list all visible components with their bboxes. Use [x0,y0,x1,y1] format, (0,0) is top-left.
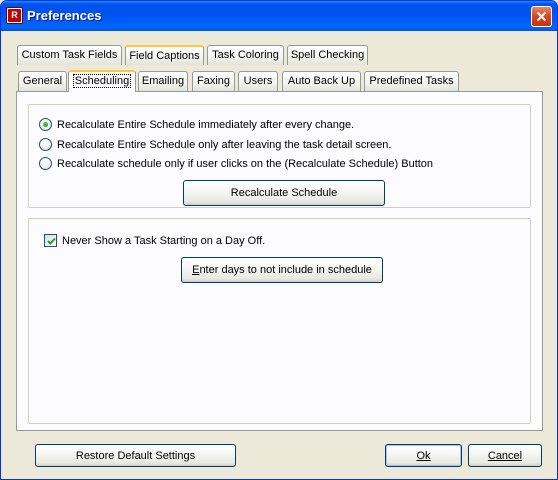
radio-label: Recalculate Entire Schedule immediately … [57,118,355,131]
never-show-day-off-option[interactable]: Never Show a Task Starting on a Day Off. [44,233,265,248]
close-button[interactable] [531,6,552,27]
preferences-window: R Preferences Custom Task Fields Field C… [0,0,558,480]
radio-button[interactable] [39,138,52,151]
tab-auto-back-up[interactable]: Auto Back Up [282,71,361,91]
checkbox-label: Never Show a Task Starting on a Day Off. [62,234,266,247]
tab-scheduling[interactable]: Scheduling [68,70,136,92]
radio-button[interactable] [39,157,52,170]
radio-recalc-on-click[interactable]: Recalculate schedule only if user clicks… [39,156,433,171]
radio-recalc-after-detail[interactable]: Recalculate Entire Schedule only after l… [39,137,391,152]
tab-spell-checking[interactable]: Spell Checking [287,45,368,65]
tab-general[interactable]: General [18,71,67,91]
tab-task-coloring[interactable]: Task Coloring [207,45,284,65]
tab-predefined-tasks[interactable]: Predefined Tasks [364,71,459,91]
recalculate-group: Recalculate Entire Schedule immediately … [28,104,531,208]
app-icon: R [6,7,23,24]
radio-label: Recalculate Entire Schedule only after l… [57,138,392,151]
button-label: nter days to not include in schedule [199,264,372,276]
never-show-day-off-checkbox[interactable] [44,234,57,247]
tab-users[interactable]: Users [238,71,278,91]
checkmark-icon [47,237,56,245]
close-icon [536,11,547,22]
radio-button[interactable] [39,118,52,131]
restore-default-settings-button[interactable]: Restore Default Settings [35,444,236,467]
window-title: Preferences [27,8,102,23]
radio-label: Recalculate schedule only if user clicks… [57,157,434,170]
tab-field-captions[interactable]: Field Captions [125,45,204,65]
enter-days-button[interactable]: Enter days to not include in schedule [181,257,383,283]
scheduling-panel: Recalculate Entire Schedule immediately … [16,91,543,431]
radio-recalc-immediately[interactable]: Recalculate Entire Schedule immediately … [39,117,354,132]
tab-custom-task-fields[interactable]: Custom Task Fields [17,45,122,65]
cancel-button[interactable]: Cancel [468,444,542,467]
days-off-group: Never Show a Task Starting on a Day Off.… [28,218,531,424]
title-bar[interactable]: R Preferences [1,1,557,31]
tab-faxing[interactable]: Faxing [192,71,235,91]
ok-label: Ok [416,450,431,462]
ok-button[interactable]: Ok [385,444,462,467]
recalculate-schedule-button[interactable]: Recalculate Schedule [183,180,385,206]
tab-emailing[interactable]: Emailing [138,71,188,91]
cancel-label: Cancel [487,450,523,462]
